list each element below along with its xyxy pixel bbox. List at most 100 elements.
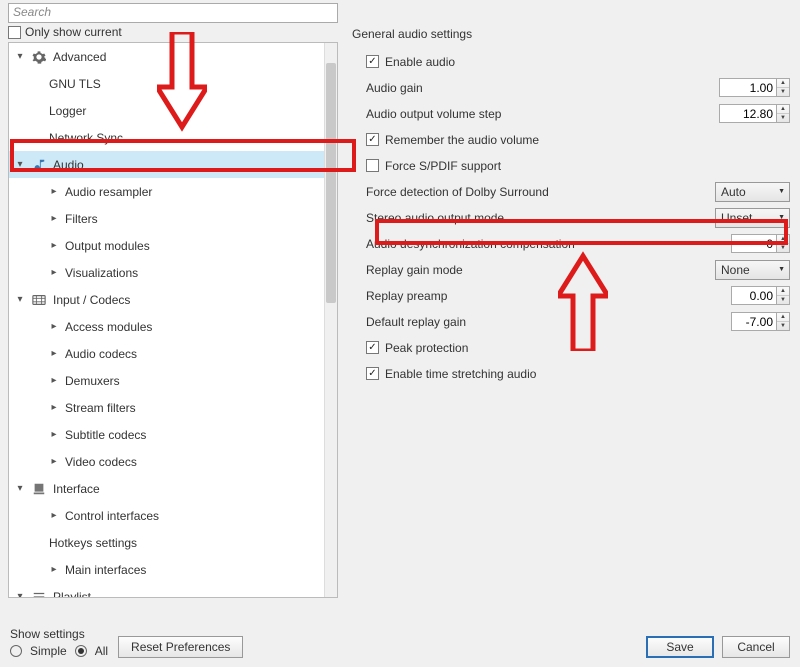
tree-item-label: Playlist (53, 590, 91, 598)
save-button[interactable]: Save (646, 636, 714, 658)
tree-item-label: Logger (49, 104, 86, 118)
tree-item-main-interfaces[interactable]: ▸ Main interfaces (9, 556, 324, 583)
tree-item-label: Input / Codecs (53, 293, 130, 307)
chevron-down-icon: ▾ (15, 159, 25, 170)
tree-item-gnu-tls[interactable]: GNU TLS (9, 70, 324, 97)
tree-item-audio[interactable]: ▾ Audio (9, 151, 324, 178)
search-input[interactable]: Search (8, 3, 338, 23)
spinner-buttons[interactable]: ▲▼ (777, 104, 790, 123)
time-stretch-checkbox[interactable]: ✓ (366, 367, 379, 380)
spinner-buttons[interactable]: ▲▼ (777, 78, 790, 97)
chevron-down-icon: ▼ (778, 214, 785, 221)
peak-protection-checkbox[interactable]: ✓ (366, 341, 379, 354)
remember-volume-checkbox[interactable]: ✓ (366, 133, 379, 146)
tree-item-label: Visualizations (65, 266, 138, 280)
tree-item-audio-codecs[interactable]: ▸ Audio codecs (9, 340, 324, 367)
tree-item-input-codecs[interactable]: ▾ Input / Codecs (9, 286, 324, 313)
only-show-current-checkbox[interactable] (8, 26, 21, 39)
tree-item-filters[interactable]: ▸ Filters (9, 205, 324, 232)
stereo-mode-dropdown[interactable]: Unset ▼ (715, 208, 790, 228)
volume-step-input[interactable] (719, 104, 777, 123)
tree-item-control-interfaces[interactable]: ▸ Control interfaces (9, 502, 324, 529)
tree-item-label: Audio resampler (65, 185, 152, 199)
desync-label: Audio desynchronization compensation (366, 237, 575, 251)
default-replay-label: Default replay gain (366, 315, 466, 329)
tree-item-output-modules[interactable]: ▸ Output modules (9, 232, 324, 259)
chevron-right-icon: ▸ (49, 348, 59, 359)
section-title: General audio settings (348, 25, 792, 49)
tree-item-label: Main interfaces (65, 563, 146, 577)
tree-item-network-sync[interactable]: Network Sync (9, 124, 324, 151)
chevron-down-icon: ▾ (15, 294, 25, 305)
codecs-icon (31, 292, 47, 308)
radio-simple[interactable] (10, 645, 22, 657)
replay-preamp-row: Replay preamp ▲▼ (366, 283, 792, 308)
chevron-right-icon: ▸ (49, 402, 59, 413)
audio-gain-row: Audio gain ▲▼ (366, 75, 792, 100)
spinner-buttons[interactable]: ▲▼ (777, 234, 790, 253)
replay-preamp-input[interactable] (731, 286, 777, 305)
chevron-right-icon: ▸ (49, 375, 59, 386)
enable-audio-row: ✓ Enable audio (366, 49, 792, 74)
chevron-down-icon: ▾ (15, 51, 25, 62)
replay-mode-dropdown[interactable]: None ▼ (715, 260, 790, 280)
tree-scrollbar[interactable] (324, 43, 337, 597)
chevron-right-icon: ▸ (49, 429, 59, 440)
tree-item-label: Network Sync (49, 131, 123, 145)
force-dolby-dropdown[interactable]: Auto ▼ (715, 182, 790, 202)
chevron-right-icon: ▸ (49, 456, 59, 467)
tree-item-video-codecs[interactable]: ▸ Video codecs (9, 448, 324, 475)
tree-item-access-modules[interactable]: ▸ Access modules (9, 313, 324, 340)
tree-item-label: Audio codecs (65, 347, 137, 361)
tree-item-demuxers[interactable]: ▸ Demuxers (9, 367, 324, 394)
tree-item-stream-filters[interactable]: ▸ Stream filters (9, 394, 324, 421)
interface-icon (31, 481, 47, 497)
dropdown-value: None (721, 263, 750, 277)
tree-item-subtitle-codecs[interactable]: ▸ Subtitle codecs (9, 421, 324, 448)
tree-item-label: Subtitle codecs (65, 428, 146, 442)
audio-gain-input[interactable] (719, 78, 777, 97)
tree-item-advanced[interactable]: ▾ Advanced (9, 43, 324, 70)
chevron-right-icon: ▸ (49, 240, 59, 251)
audio-gain-label: Audio gain (366, 81, 423, 95)
cancel-button[interactable]: Cancel (722, 636, 790, 658)
chevron-down-icon: ▼ (778, 266, 785, 273)
volume-step-row: Audio output volume step ▲▼ (366, 101, 792, 126)
enable-audio-checkbox[interactable]: ✓ (366, 55, 379, 68)
force-spdif-row: Force S/PDIF support (366, 153, 792, 178)
remember-volume-label: Remember the audio volume (385, 133, 539, 147)
remember-volume-row: ✓ Remember the audio volume (366, 127, 792, 152)
tree-item-label: Stream filters (65, 401, 136, 415)
force-spdif-checkbox[interactable] (366, 159, 379, 172)
tree-item-audio-resampler[interactable]: ▸ Audio resampler (9, 178, 324, 205)
tree-item-label: Hotkeys settings (49, 536, 137, 550)
chevron-right-icon: ▸ (49, 267, 59, 278)
chevron-right-icon: ▸ (49, 213, 59, 224)
tree-item-interface[interactable]: ▾ Interface (9, 475, 324, 502)
tree-item-label: Access modules (65, 320, 152, 334)
replay-mode-row: Replay gain mode None ▼ (366, 257, 792, 282)
spinner-buttons[interactable]: ▲▼ (777, 312, 790, 331)
tree-item-label: Control interfaces (65, 509, 159, 523)
tree-item-visualizations[interactable]: ▸ Visualizations (9, 259, 324, 286)
desync-input[interactable] (731, 234, 777, 253)
tree-item-label: Filters (65, 212, 98, 226)
gear-icon (31, 49, 47, 65)
tree-item-label: Demuxers (65, 374, 120, 388)
chevron-right-icon: ▸ (49, 510, 59, 521)
spinner-buttons[interactable]: ▲▼ (777, 286, 790, 305)
tree-item-label: GNU TLS (49, 77, 101, 91)
only-show-current-label: Only show current (25, 25, 122, 39)
preferences-tree[interactable]: ▾ Advanced GNU TLS Logger Network Sync (8, 42, 338, 598)
force-dolby-row: Force detection of Dolby Surround Auto ▼ (366, 179, 792, 204)
stereo-mode-row: Stereo audio output mode Unset ▼ (366, 205, 792, 230)
time-stretch-row: ✓ Enable time stretching audio (366, 361, 792, 386)
tree-item-label: Output modules (65, 239, 150, 253)
tree-item-logger[interactable]: Logger (9, 97, 324, 124)
reset-preferences-button[interactable]: Reset Preferences (118, 636, 243, 658)
tree-item-hotkeys-settings[interactable]: Hotkeys settings (9, 529, 324, 556)
tree-item-playlist[interactable]: ▾ Playlist (9, 583, 324, 597)
chevron-right-icon: ▸ (49, 321, 59, 332)
radio-all[interactable] (75, 645, 87, 657)
default-replay-input[interactable] (731, 312, 777, 331)
